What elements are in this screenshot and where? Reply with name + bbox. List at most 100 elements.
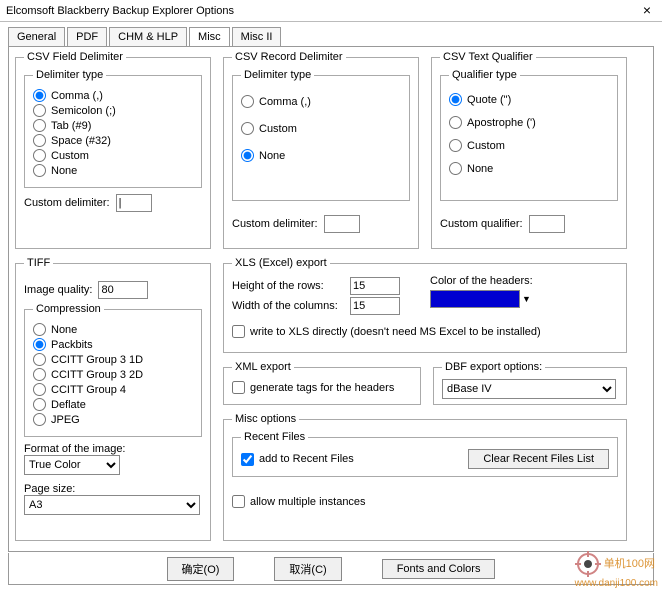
- xls-rowh-label: Height of the rows:: [232, 280, 344, 292]
- csv-field-custom-label: Custom delimiter:: [24, 197, 110, 209]
- tiff-page-select[interactable]: A3: [24, 495, 200, 515]
- radio-label: Deflate: [51, 399, 86, 411]
- csv-field-custom-radio[interactable]: [33, 149, 46, 162]
- csv-qual-custom-radio[interactable]: [449, 139, 462, 152]
- radio-label: CCITT Group 3 1D: [51, 354, 143, 366]
- csv-record-none-radio[interactable]: [241, 149, 254, 162]
- radio-label: CCITT Group 3 2D: [51, 369, 143, 381]
- radio-label: Custom: [467, 140, 505, 152]
- fonts-colors-button[interactable]: Fonts and Colors: [382, 559, 496, 579]
- tiff-format-select[interactable]: True Color: [24, 455, 120, 475]
- radio-label: Space (#32): [51, 135, 111, 147]
- radio-label: Custom: [259, 123, 297, 135]
- radio-label: None: [51, 324, 77, 336]
- allow-multi-checkbox[interactable]: [232, 495, 245, 508]
- radio-label: Quote ("): [467, 94, 511, 106]
- checkbox-label: add to Recent Files: [259, 453, 354, 465]
- tiff-comp-ccitt32d-radio[interactable]: [33, 368, 46, 381]
- close-icon[interactable]: ×: [638, 2, 656, 20]
- misc-options-group: Misc options Recent Files add to Recent …: [223, 413, 627, 541]
- radio-label: CCITT Group 4: [51, 384, 126, 396]
- xls-headercolor-label: Color of the headers:: [430, 275, 533, 287]
- tab-chm-hlp[interactable]: CHM & HLP: [109, 27, 187, 47]
- tiff-page-label: Page size:: [24, 483, 202, 495]
- tiff-comp-none-radio[interactable]: [33, 323, 46, 336]
- chevron-down-icon[interactable]: ▼: [520, 294, 531, 304]
- csv-field-space-radio[interactable]: [33, 134, 46, 147]
- csv-record-group: CSV Record Delimiter Delimiter type Comm…: [223, 51, 419, 249]
- csv-record-legend: CSV Record Delimiter: [232, 51, 346, 63]
- xls-legend: XLS (Excel) export: [232, 257, 330, 269]
- radio-label: Tab (#9): [51, 120, 91, 132]
- tab-misc2[interactable]: Misc II: [232, 27, 282, 47]
- xml-gentags-checkbox[interactable]: [232, 381, 245, 394]
- tab-panel-misc: CSV Field Delimiter Delimiter type Comma…: [8, 46, 654, 552]
- radio-label: Comma (,): [259, 96, 311, 108]
- tiff-comp-packbits-radio[interactable]: [33, 338, 46, 351]
- radio-label: Comma (,): [51, 90, 103, 102]
- csv-qual-none-radio[interactable]: [449, 162, 462, 175]
- csv-qual-type-group: Qualifier type Quote (") Apostrophe (') …: [440, 69, 618, 201]
- csv-qual-legend: CSV Text Qualifier: [440, 51, 536, 63]
- tiff-group: TIFF Image quality: Compression None Pac…: [15, 257, 211, 541]
- csv-record-custom-input[interactable]: [324, 215, 360, 233]
- recent-files-group: Recent Files add to Recent Files Clear R…: [232, 431, 618, 477]
- tiff-legend: TIFF: [24, 257, 53, 269]
- radio-label: Custom: [51, 150, 89, 162]
- csv-qual-quote-radio[interactable]: [449, 93, 462, 106]
- csv-field-semicolon-radio[interactable]: [33, 104, 46, 117]
- dbf-select[interactable]: dBase IV: [442, 379, 616, 399]
- tiff-quality-input[interactable]: [98, 281, 148, 299]
- xls-rowh-input[interactable]: [350, 277, 400, 295]
- csv-field-type-group: Delimiter type Comma (,) Semicolon (;) T…: [24, 69, 202, 188]
- csv-field-comma-radio[interactable]: [33, 89, 46, 102]
- tiff-comp-ccitt4-radio[interactable]: [33, 383, 46, 396]
- cancel-button[interactable]: 取消(C): [274, 557, 341, 581]
- add-recent-checkbox[interactable]: [241, 453, 254, 466]
- csv-record-type-group: Delimiter type Comma (,) Custom None: [232, 69, 410, 201]
- xls-colw-label: Width of the columns:: [232, 300, 344, 312]
- tiff-comp-ccitt31d-radio[interactable]: [33, 353, 46, 366]
- xls-colw-input[interactable]: [350, 297, 400, 315]
- tiff-format-label: Format of the image:: [24, 443, 202, 455]
- csv-qual-apos-radio[interactable]: [449, 116, 462, 129]
- xls-headercolor-swatch[interactable]: [430, 290, 520, 308]
- csv-record-custom-radio[interactable]: [241, 122, 254, 135]
- checkbox-label: generate tags for the headers: [250, 382, 394, 394]
- csv-record-type-legend: Delimiter type: [241, 69, 314, 81]
- radio-label: None: [467, 163, 493, 175]
- ok-button[interactable]: 确定(O): [167, 557, 235, 581]
- csv-field-group: CSV Field Delimiter Delimiter type Comma…: [15, 51, 211, 249]
- radio-label: None: [51, 165, 77, 177]
- recent-files-legend: Recent Files: [241, 431, 308, 443]
- dialog-button-bar: 确定(O) 取消(C) Fonts and Colors: [8, 553, 654, 585]
- tab-general[interactable]: General: [8, 27, 65, 47]
- misc-options-legend: Misc options: [232, 413, 299, 425]
- csv-field-tab-radio[interactable]: [33, 119, 46, 132]
- xml-group: XML export generate tags for the headers: [223, 361, 421, 405]
- radio-label: Packbits: [51, 339, 93, 351]
- tab-misc[interactable]: Misc: [189, 27, 230, 47]
- csv-record-custom-label: Custom delimiter:: [232, 218, 318, 230]
- csv-record-comma-radio[interactable]: [241, 95, 254, 108]
- csv-field-custom-input[interactable]: [116, 194, 152, 212]
- xls-group: XLS (Excel) export Height of the rows: W…: [223, 257, 627, 353]
- xml-legend: XML export: [232, 361, 294, 373]
- radio-label: JPEG: [51, 414, 80, 426]
- csv-field-none-radio[interactable]: [33, 164, 46, 177]
- checkbox-label: write to XLS directly (doesn't need MS E…: [250, 326, 541, 338]
- radio-label: None: [259, 150, 285, 162]
- csv-qual-custom-input[interactable]: [529, 215, 565, 233]
- xls-direct-checkbox[interactable]: [232, 325, 245, 338]
- tab-strip: General PDF CHM & HLP Misc Misc II: [0, 22, 662, 46]
- csv-qual-group: CSV Text Qualifier Qualifier type Quote …: [431, 51, 627, 249]
- tab-pdf[interactable]: PDF: [67, 27, 107, 47]
- tiff-comp-jpeg-radio[interactable]: [33, 413, 46, 426]
- csv-qual-type-legend: Qualifier type: [449, 69, 520, 81]
- tiff-quality-label: Image quality:: [24, 284, 92, 296]
- window-title: Elcomsoft Blackberry Backup Explorer Opt…: [6, 5, 234, 17]
- clear-recent-button[interactable]: Clear Recent Files List: [468, 449, 609, 469]
- tiff-comp-legend: Compression: [33, 303, 104, 315]
- dbf-legend: DBF export options:: [442, 361, 545, 373]
- tiff-comp-deflate-radio[interactable]: [33, 398, 46, 411]
